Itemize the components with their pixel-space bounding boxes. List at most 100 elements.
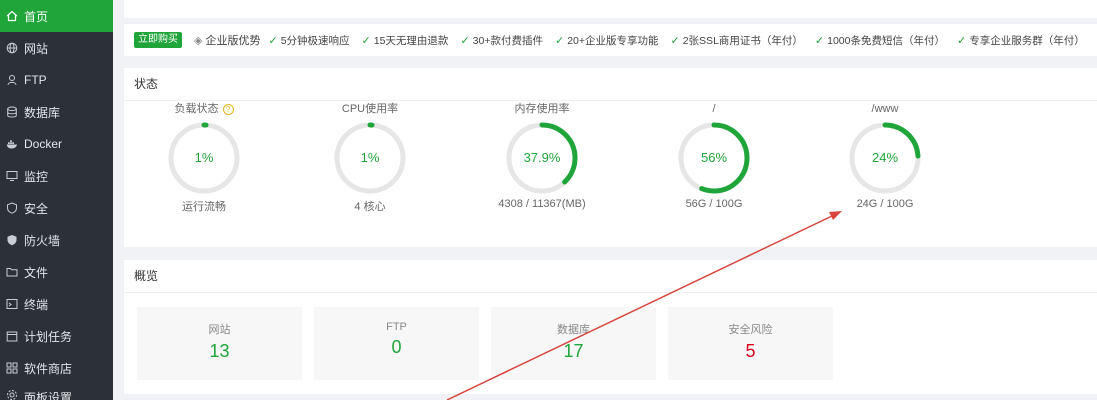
sidebar-item-security[interactable]: 安全 — [0, 192, 113, 224]
sidebar-item-terminal[interactable]: 终端 — [0, 288, 113, 320]
sidebar-item-label: Docker — [24, 137, 63, 151]
sidebar-item-label: 计划任务 — [24, 329, 73, 344]
ftp-icon — [6, 74, 18, 86]
gauge-title-row: 负载状态? — [124, 102, 284, 116]
gauge-subtext: 运行流畅 — [182, 201, 226, 213]
overview-card: 概览 网站 13 FTP 0 数据库 17 安全风险 5 — [124, 260, 1097, 394]
check-icon: ✓ — [460, 34, 470, 47]
sidebar-item-label: 文件 — [24, 265, 49, 280]
check-icon: ✓ — [956, 34, 967, 47]
feature-text: 15天无理由退款 — [373, 34, 449, 47]
database-icon — [6, 106, 18, 118]
sidebar-item-label: 监控 — [24, 169, 49, 184]
help-icon[interactable]: ? — [222, 103, 234, 115]
feature-text: 5分钟极速响应 — [280, 34, 350, 47]
gauge-value: 1% — [195, 150, 214, 165]
gauge-title: 负载状态 — [174, 103, 219, 115]
home-icon — [6, 10, 18, 22]
gauge-value: 37.9% — [524, 150, 561, 165]
gauge-cpu[interactable]: CPU使用率 1% 4 核心 — [290, 102, 450, 214]
promo-bar: 立即购买 ◈ 企业版优势 ✓ 5分钟极速响应 ✓ 15天无理由退款 ✓ 30+款付费插… — [124, 24, 1097, 56]
main-content: 立即购买 ◈ 企业版优势 ✓ 5分钟极速响应 ✓ 15天无理由退款 ✓ 30+款付费插… — [124, 0, 1097, 400]
feature-text: 专享企业服务群（年付） — [969, 34, 1085, 47]
gauge-ring: 37.9% — [506, 122, 578, 194]
stat-value: 5 — [745, 341, 756, 361]
check-icon: ✓ — [814, 34, 825, 47]
feature-item: ✓ 30+款付费插件 — [460, 33, 543, 48]
sidebar-item-website[interactable]: 网站 — [0, 32, 113, 64]
sidebar-item-label: 网站 — [24, 41, 49, 56]
sidebar-item-settings[interactable]: 面板设置 — [0, 384, 113, 400]
shield-icon — [6, 202, 18, 214]
sidebar-item-label: 面板设置 — [24, 391, 73, 400]
feature-item: ✓ 1000条免费短信（年付） — [815, 33, 945, 48]
gauge-title: 内存使用率 — [514, 103, 570, 115]
sidebar-item-firewall[interactable]: 防火墙 — [0, 224, 113, 256]
feature-text: 30+款付费插件 — [472, 34, 543, 47]
gauge-title-row: 内存使用率 — [462, 102, 622, 116]
check-icon: ✓ — [268, 34, 278, 47]
gauge-title: / — [712, 103, 716, 115]
sidebar-item-database[interactable]: 数据库 — [0, 96, 113, 128]
gauge-title: /www — [871, 103, 899, 115]
feature-item: ✓ 20+企业版专享功能 — [555, 33, 659, 48]
gauge-ring: 1% — [168, 122, 240, 194]
gauge-memory[interactable]: 内存使用率 37.9% 4308 / 11367(MB) — [462, 102, 622, 210]
stat-databases[interactable]: 数据库 17 — [491, 307, 656, 380]
sidebar-item-label: 防火墙 — [24, 233, 61, 248]
sidebar-item-label: FTP — [24, 73, 47, 87]
gauge-ring: 24% — [849, 122, 921, 194]
gauge-value: 24% — [872, 150, 898, 165]
stat-label: FTP — [386, 321, 407, 333]
feature-item: ✓ 5分钟极速响应 — [268, 33, 349, 48]
gauge-ring: 56% — [678, 122, 750, 194]
gauge-disk-root[interactable]: / 56% 56G / 100G — [634, 102, 794, 210]
sidebar-item-cron[interactable]: 计划任务 — [0, 320, 113, 352]
calendar-icon — [6, 330, 18, 342]
sidebar-item-label: 终端 — [24, 297, 49, 312]
buy-now-button[interactable]: 立即购买 — [134, 32, 182, 48]
gauge-title-row: /www — [805, 102, 965, 116]
enterprise-title: ◈ 企业版优势 — [194, 32, 260, 48]
apps-icon — [6, 362, 18, 374]
gauge-value: 56% — [701, 150, 727, 165]
gauge-load[interactable]: 负载状态? 1% 运行流畅 — [124, 102, 284, 214]
stat-security-risks[interactable]: 安全风险 5 — [668, 307, 833, 380]
feature-item: ✓ 2张SSL商用证书（年付） — [671, 33, 803, 48]
monitor-icon — [6, 170, 18, 182]
stat-label: 网站 — [208, 324, 231, 336]
stat-ftp[interactable]: FTP 0 — [314, 307, 479, 380]
sidebar-item-label: 首页 — [24, 9, 49, 24]
terminal-icon — [6, 298, 18, 310]
folder-icon — [6, 266, 18, 278]
sidebar-item-ftp[interactable]: FTP — [0, 64, 113, 96]
sidebar-item-files[interactable]: 文件 — [0, 256, 113, 288]
diamond-icon: ◈ — [194, 34, 203, 47]
globe-icon — [6, 42, 18, 54]
feature-text: 20+企业版专享功能 — [567, 34, 659, 47]
gauge-subtext: 24G / 100G — [856, 198, 914, 210]
sidebar-item-home[interactable]: 首页 — [0, 0, 113, 32]
status-card: 状态 负载状态? 1% 运行流畅 CPU使用率 1% 4 核心 内存使用率 37… — [124, 68, 1097, 247]
gauge-title: CPU使用率 — [341, 103, 399, 115]
sidebar-item-label: 软件商店 — [24, 361, 73, 376]
stat-value: 13 — [209, 341, 230, 361]
stat-label: 数据库 — [557, 324, 590, 336]
gauge-subtext: 4 核心 — [354, 201, 386, 213]
stat-value: 0 — [391, 337, 402, 357]
stat-websites[interactable]: 网站 13 — [137, 307, 302, 380]
sidebar-item-store[interactable]: 软件商店 — [0, 352, 113, 384]
firewall-icon — [6, 234, 18, 246]
gauge-disk-www[interactable]: /www 24% 24G / 100G — [805, 102, 965, 210]
gauge-value: 1% — [361, 150, 380, 165]
status-title: 状态 — [124, 68, 1097, 101]
top-card — [124, 0, 1097, 18]
check-icon: ✓ — [554, 34, 565, 47]
gauge-subtext: 56G / 100G — [685, 198, 743, 210]
sidebar-item-monitor[interactable]: 监控 — [0, 160, 113, 192]
check-icon: ✓ — [361, 34, 371, 47]
feature-text: 2张SSL商用证书（年付） — [682, 34, 803, 47]
feature-item: ✓ 15天无理由退款 — [362, 33, 449, 48]
sidebar-item-docker[interactable]: Docker — [0, 128, 113, 160]
overview-title: 概览 — [124, 260, 1097, 293]
